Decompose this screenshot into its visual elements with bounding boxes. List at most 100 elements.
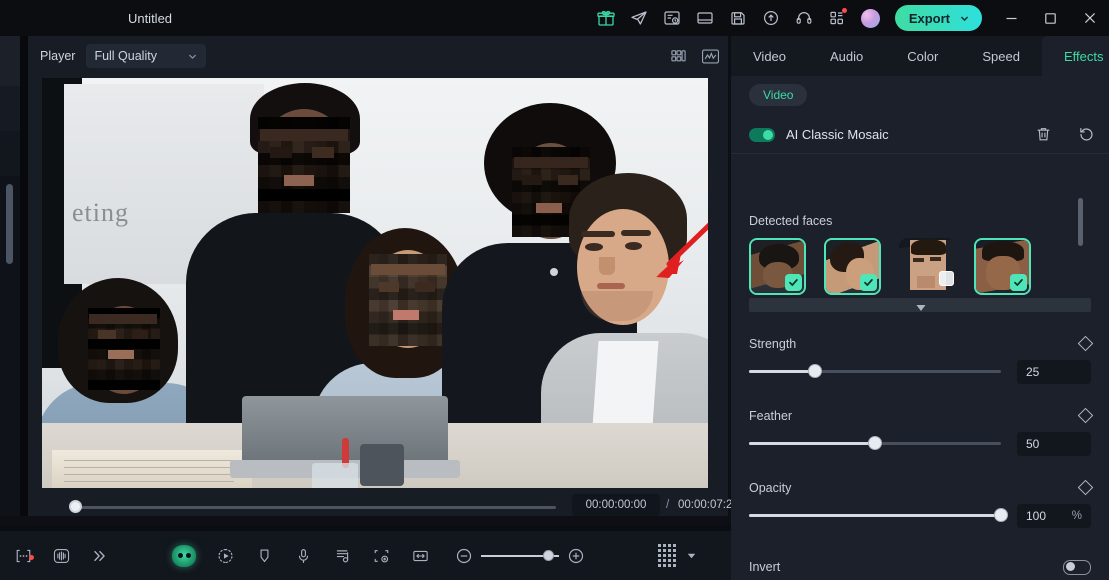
zoom-out-icon[interactable] [455, 547, 473, 565]
effects-sparkle-icon[interactable] [216, 547, 235, 565]
quality-select[interactable]: Full Quality [86, 44, 207, 68]
cloud-upload-icon[interactable] [755, 0, 788, 36]
zoom-slider-track[interactable] [481, 549, 559, 561]
face-thumbnail-strip [749, 238, 1031, 295]
whiteboard-text: eting [72, 198, 129, 227]
audio-waveform-icon[interactable] [52, 547, 71, 565]
gift-icon[interactable] [590, 0, 623, 36]
timeline-mid-tools [172, 531, 430, 580]
face-checkbox-4[interactable] [1010, 274, 1027, 291]
effect-enable-toggle[interactable] [749, 127, 775, 142]
current-timecode[interactable]: 00:00:00:00 [572, 494, 660, 516]
invert-toggle[interactable] [1063, 559, 1091, 575]
playhead-knob[interactable] [69, 500, 82, 513]
minimize-button[interactable] [992, 0, 1031, 36]
video-preview[interactable]: eting [42, 78, 708, 488]
tab-color[interactable]: Color [885, 36, 960, 76]
microphone-icon[interactable] [294, 547, 313, 565]
player-toolbar: Player Full Quality [28, 36, 728, 76]
timecode-separator: / [666, 499, 670, 511]
avatar [860, 8, 880, 28]
tab-label: Color [907, 48, 939, 64]
grid-view-icon[interactable] [658, 544, 676, 567]
feather-slider-fill [749, 442, 875, 445]
export-button[interactable]: Export [894, 5, 982, 31]
feather-keyframe-icon[interactable] [1077, 407, 1094, 424]
opacity-slider-knob[interactable] [994, 508, 1008, 522]
timeline-left-tools [14, 531, 109, 580]
avatar-icon[interactable] [854, 0, 887, 36]
invert-row: Invert [731, 554, 1109, 580]
maximize-button[interactable] [1031, 0, 1070, 36]
headset-icon[interactable] [788, 0, 821, 36]
tab-speed[interactable]: Speed [960, 36, 1042, 76]
chevron-down-icon [189, 54, 197, 59]
chip-video[interactable]: Video [749, 84, 808, 106]
scope-icon[interactable] [701, 48, 720, 65]
expand-icon[interactable] [90, 547, 109, 565]
auto-reframe-icon[interactable] [372, 547, 391, 565]
zoom-slider-knob[interactable] [543, 549, 554, 561]
multi-view-icon[interactable] [670, 48, 687, 64]
face-thumbnail-1[interactable] [749, 238, 806, 295]
title-bar: Untitled Export [0, 0, 1109, 36]
opacity-slider-fill [749, 514, 999, 517]
feather-value-input[interactable]: 50 [1017, 432, 1091, 456]
chevron-down-icon[interactable] [686, 551, 697, 560]
opacity-value-input[interactable]: 100 % [1017, 504, 1091, 528]
opacity-keyframe-icon[interactable] [1077, 479, 1094, 496]
left-rail [0, 36, 20, 516]
faces-expand-chevron-icon[interactable] [915, 300, 927, 318]
feather-value: 50 [1026, 437, 1040, 451]
tab-audio[interactable]: Audio [808, 36, 885, 76]
delete-effect-icon[interactable] [1035, 126, 1052, 143]
strength-keyframe-icon[interactable] [1077, 335, 1094, 352]
effect-header-row: AI Classic Mosaic [731, 116, 1109, 154]
feather-slider-knob[interactable] [868, 436, 882, 450]
subtitle-icon[interactable] [333, 547, 352, 565]
ai-assistant-icon[interactable] [172, 544, 196, 567]
tab-effects[interactable]: Effects [1041, 36, 1109, 76]
timeline-zoom-control [455, 531, 585, 580]
face-thumbnail-3[interactable] [899, 238, 956, 295]
player-view-icons [670, 36, 720, 76]
panel-divider [20, 36, 28, 516]
reset-effect-icon[interactable] [1078, 126, 1095, 143]
tab-video[interactable]: Video [731, 36, 808, 76]
face-checkbox-1[interactable] [785, 274, 802, 291]
face-checkbox-3[interactable] [939, 271, 954, 286]
apps-grid-icon[interactable] [821, 0, 854, 36]
face-thumbnail-4[interactable] [974, 238, 1031, 295]
strength-slider-knob[interactable] [808, 364, 822, 378]
strength-label: Strength [749, 337, 797, 351]
zoom-in-icon[interactable] [567, 547, 585, 565]
strength-value-input[interactable]: 25 [1017, 360, 1091, 384]
invert-label: Invert [749, 560, 781, 574]
left-rail-segment [0, 36, 20, 86]
left-scrollbar[interactable] [6, 184, 13, 264]
send-icon[interactable] [623, 0, 656, 36]
grid-dots [658, 544, 676, 567]
strength-slider-fill [749, 370, 815, 373]
opacity-slider-row: 100 % [749, 504, 1091, 528]
smart-cut-icon[interactable] [14, 547, 34, 565]
marker-icon[interactable] [255, 547, 274, 565]
layout-icon[interactable] [689, 0, 722, 36]
category-chip-row: Video [731, 76, 1109, 114]
face-thumbnail-2[interactable] [824, 238, 881, 295]
strength-slider-row: 25 [749, 360, 1091, 384]
progress-track[interactable] [74, 506, 556, 509]
tab-label: Effects [1063, 48, 1104, 64]
video-frame: eting [42, 78, 708, 488]
close-button[interactable] [1070, 0, 1109, 36]
save-icon[interactable] [722, 0, 755, 36]
fit-timeline-icon[interactable] [411, 547, 430, 565]
properties-tabs: Video Audio Color Speed Effects [731, 36, 1109, 76]
face-checkbox-2[interactable] [860, 274, 877, 291]
total-duration: 00:00:07:23 [678, 499, 739, 511]
faces-vertical-scrollbar[interactable] [1078, 198, 1083, 246]
tab-label: Speed [982, 48, 1020, 64]
left-rail-segment [0, 86, 20, 131]
detected-faces-list [749, 196, 1091, 302]
project-settings-icon[interactable] [656, 0, 689, 36]
